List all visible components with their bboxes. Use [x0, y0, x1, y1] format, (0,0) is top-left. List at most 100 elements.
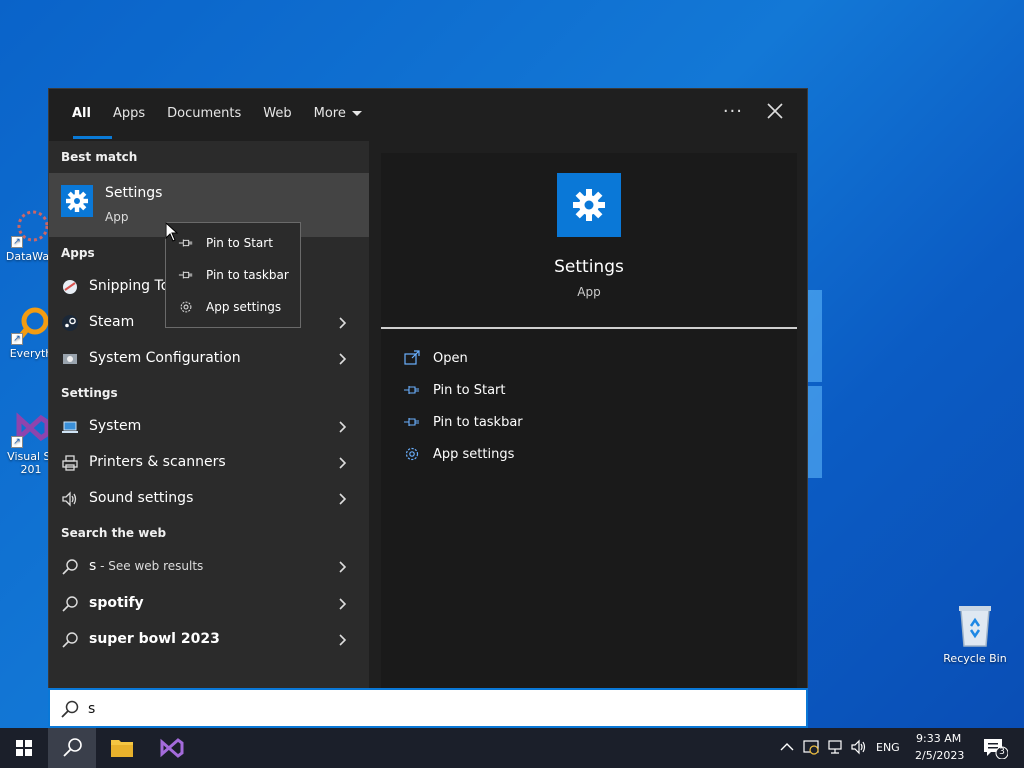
preview-subtitle: App: [577, 285, 601, 299]
section-heading-apps: Apps: [61, 246, 95, 260]
datawag-icon: ↗: [11, 208, 51, 248]
context-pin-to-taskbar[interactable]: Pin to taskbar: [166, 259, 300, 291]
start-button[interactable]: [0, 728, 48, 768]
action-center-button[interactable]: 3: [982, 737, 1009, 760]
section-heading-settings: Settings: [61, 386, 118, 400]
web-result-label: s - See web results: [89, 558, 203, 574]
preview-pane: Settings App Open Pin to Start Pin to ta…: [381, 153, 797, 729]
network-icon[interactable]: [826, 738, 844, 756]
windows-logo-pane-top: [808, 290, 822, 382]
taskbar-file-explorer[interactable]: [98, 728, 146, 768]
tab-all[interactable]: All: [61, 89, 112, 141]
search-icon: [61, 558, 79, 576]
result-system-configuration[interactable]: System Configuration: [49, 341, 369, 377]
chevron-right-icon[interactable]: [339, 598, 347, 610]
web-result-super-bowl[interactable]: super bowl 2023: [49, 622, 369, 658]
chevron-right-icon[interactable]: [339, 353, 347, 365]
context-item-label: Pin to Start: [206, 236, 273, 250]
action-label: Open: [433, 351, 468, 366]
context-app-settings[interactable]: App settings: [166, 291, 300, 323]
close-button[interactable]: [765, 101, 785, 121]
result-printers-scanners[interactable]: Printers & scanners: [49, 445, 369, 481]
web-result-label: super bowl 2023: [89, 631, 220, 647]
web-query-suffix: - See web results: [96, 559, 204, 573]
pin-icon: [178, 235, 194, 251]
tab-label: More: [313, 106, 346, 121]
search-icon: [63, 738, 82, 757]
visual-studio-icon: ↗: [11, 408, 51, 448]
best-match-title: Settings: [105, 185, 163, 201]
web-result-spotify[interactable]: spotify: [49, 586, 369, 622]
result-label: Steam: [89, 314, 135, 330]
tab-more[interactable]: More: [303, 89, 373, 141]
caret-down-icon: [351, 111, 362, 116]
search-tabs: All Apps Documents Web More: [49, 89, 807, 141]
chevron-right-icon[interactable]: [339, 634, 347, 646]
mouse-cursor-icon: [165, 221, 179, 242]
settings-gear-icon: [61, 185, 93, 217]
input-language[interactable]: ENG: [876, 741, 900, 754]
snipping-tool-icon: [61, 278, 79, 296]
taskbar-search-button[interactable]: [48, 728, 96, 768]
section-heading-best-match: Best match: [61, 150, 138, 164]
security-icon[interactable]: [802, 738, 820, 756]
tab-label: All: [72, 106, 91, 121]
action-label: Pin to taskbar: [433, 415, 523, 430]
desktop-icon-recycle-bin[interactable]: Recycle Bin: [940, 604, 1010, 665]
web-result-label: spotify: [89, 595, 144, 611]
shortcut-arrow-icon: ↗: [11, 236, 23, 248]
tab-apps[interactable]: Apps: [102, 89, 156, 141]
pin-icon: [403, 413, 421, 431]
preview-divider: [381, 327, 797, 329]
tab-label: Apps: [112, 106, 146, 121]
windows-logo-pane-bottom: [808, 386, 822, 478]
context-menu: Pin to Start Pin to taskbar App settings: [165, 222, 301, 328]
context-item-label: App settings: [206, 300, 282, 314]
desktop-icon-label: Recycle Bin: [943, 652, 1007, 665]
tab-label: Documents: [167, 106, 242, 121]
visual-studio-icon: [160, 738, 184, 758]
context-item-label: Pin to taskbar: [206, 268, 289, 282]
open-icon: [403, 349, 421, 367]
search-icon: [61, 631, 79, 649]
context-pin-to-start[interactable]: Pin to Start: [166, 227, 300, 259]
gear-icon: [178, 299, 194, 315]
folder-icon: [111, 740, 133, 757]
volume-icon[interactable]: [850, 738, 868, 756]
chevron-right-icon[interactable]: [339, 561, 347, 573]
action-label: App settings: [433, 447, 515, 462]
result-label: System: [89, 418, 142, 434]
tab-documents[interactable]: Documents: [156, 89, 252, 141]
chevron-right-icon[interactable]: [339, 493, 347, 505]
show-hidden-icons-chevron-icon[interactable]: [778, 738, 796, 756]
steam-icon: [61, 314, 79, 332]
everything-search-icon: ↗: [11, 305, 51, 345]
close-icon: [767, 103, 783, 119]
chevron-right-icon[interactable]: [339, 317, 347, 329]
speaker-icon: [61, 490, 79, 508]
clock-time[interactable]: 9:33 AM: [916, 732, 961, 745]
action-label: Pin to Start: [433, 383, 506, 398]
search-input[interactable]: [88, 696, 768, 722]
settings-gear-icon: [557, 173, 621, 237]
preview-title: Settings: [554, 257, 624, 277]
search-box[interactable]: [48, 688, 808, 728]
shortcut-arrow-icon: ↗: [11, 436, 23, 448]
more-options-button[interactable]: ···: [723, 101, 743, 122]
laptop-icon: [61, 418, 79, 436]
best-match-subtitle: App: [105, 210, 129, 224]
clock-date[interactable]: 2/5/2023: [915, 749, 964, 762]
web-result-s[interactable]: s - See web results: [49, 549, 369, 585]
result-label: Snipping To: [89, 278, 170, 294]
tab-web[interactable]: Web: [252, 89, 302, 141]
result-system[interactable]: System: [49, 409, 369, 445]
notification-count-badge: 3: [999, 747, 1005, 757]
chevron-right-icon[interactable]: [339, 421, 347, 433]
result-sound-settings[interactable]: Sound settings: [49, 481, 369, 517]
search-icon: [60, 699, 80, 719]
chevron-right-icon[interactable]: [339, 457, 347, 469]
taskbar-visual-studio[interactable]: [148, 728, 196, 768]
result-label: Sound settings: [89, 490, 194, 506]
gear-icon: [403, 445, 421, 463]
system-configuration-icon: [61, 350, 79, 368]
